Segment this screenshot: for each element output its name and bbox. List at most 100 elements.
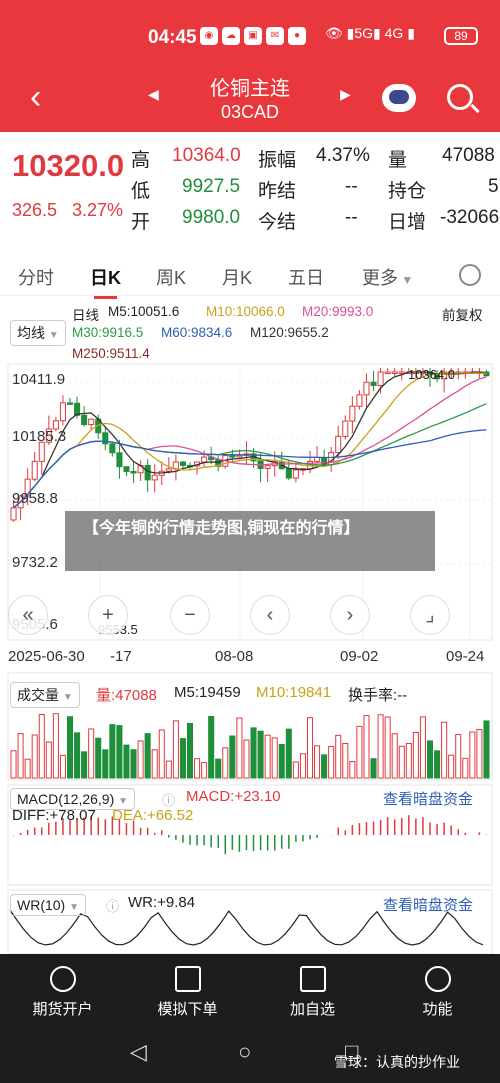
candle-body [363,381,370,396]
add-icon [299,966,326,992]
nav-functions[interactable]: 功能 [375,966,500,1019]
account-open-icon [49,966,76,992]
candle-body [349,405,356,422]
volume-bar [299,753,306,779]
watermark: 雪球：认真的抄作业 [334,1054,460,1070]
ma-line [13,372,487,509]
candle-body [229,455,236,458]
candle-body [391,371,398,374]
x-axis-date: 09-02 [340,648,379,665]
volume-bar [165,760,172,779]
candle-body [342,420,349,437]
volume-bar [377,714,384,779]
volume-bar [483,720,490,779]
volume-bar [370,758,377,779]
zoom-out-button[interactable]: − [170,595,210,635]
help-icon[interactable]: ⓘ [106,896,119,915]
volume-bar [179,738,186,779]
volume-bar [391,733,398,779]
candle-body [130,470,137,474]
volume-bar [243,739,250,779]
candle-body [236,454,243,458]
candle-body [123,466,130,472]
volume-bar [81,751,88,779]
volume-bar [434,750,441,779]
candle-body [335,435,342,454]
wr-value: WR:+9.84 [128,894,196,911]
candle-body [151,474,158,481]
ma-lines [13,371,487,509]
volume-bar [194,758,201,779]
volume-bar [419,716,426,779]
system-back-icon[interactable]: ◁ [130,1039,147,1065]
volume-bar [88,728,95,779]
volume-bar [208,715,215,779]
dark-pool-link[interactable]: 查看暗盘资金 [383,788,473,809]
rewind-button[interactable]: « [8,595,48,635]
volume-bar [292,761,299,779]
volume-bar [278,744,285,779]
volume-bar [236,717,243,779]
volume-bar [144,733,151,779]
y-axis-label: 9732.2 [12,554,58,571]
volume-bar [264,734,271,779]
volume-bar [123,744,130,779]
candle-body [292,469,299,479]
volume-bar [476,728,483,779]
volume-bar [172,720,179,779]
volume-bar [328,745,335,779]
article-title-banner: 【今年铜的行情走势图,铜现在的行情】 [65,511,435,571]
volume-bar [285,728,292,779]
candle-body [165,468,172,472]
candle-body [314,457,321,462]
candle-body [81,414,88,426]
nav-add-watchlist[interactable]: 加自选 [250,966,375,1019]
nav-label: 加自选 [289,1001,335,1018]
volume-bars [10,713,490,779]
volume-bar [130,749,137,779]
volume-bar [31,734,38,779]
candle-body [88,418,95,426]
wr-selector[interactable]: WR(10) ▼ [10,894,87,916]
ma-line [13,371,487,509]
candle-body [356,394,363,407]
volume-bar [102,749,109,779]
candle-body [370,381,377,386]
fullscreen-button[interactable]: ⌟ [410,595,450,635]
dea-value: DEA:+66.52 [112,807,194,824]
candle-body [144,464,151,481]
zoom-in-button[interactable]: + [88,595,128,635]
volume-bar [186,722,194,779]
system-home-icon[interactable]: ○ [238,1039,251,1065]
candle-body [116,452,123,468]
volume-bar [229,735,236,779]
macd-selector-label: MACD(12,26,9) [17,791,115,807]
candle-body [102,432,109,445]
wr-selector-label: WR(10) [17,897,66,913]
nav-label: 模拟下单 [157,1001,218,1018]
candle-body [398,371,405,374]
volume-bar [271,737,278,779]
volume-bar [342,742,349,779]
nav-simulated-order[interactable]: 模拟下单 [125,966,250,1019]
volume-bar [455,734,462,779]
volume-bar [95,737,102,779]
volume-bar [215,758,222,779]
dark-pool-link[interactable]: 查看暗盘资金 [383,894,473,915]
volume-bar [38,714,45,779]
scroll-left-button[interactable]: ‹ [250,595,290,635]
candle-body [201,456,208,463]
scroll-right-button[interactable]: › [330,595,370,635]
volume-bar [356,725,363,779]
volume-selector[interactable]: 成交量 ▼ [10,682,80,708]
volume-bar [314,745,321,779]
candle-body [377,371,384,386]
volume-bar [257,730,264,779]
volume-bar [74,732,81,779]
volume-bar [363,715,370,779]
x-axis-date: 08-08 [215,648,254,665]
nav-open-account[interactable]: 期货开户 [0,966,125,1019]
y-axis-label: 10411.9 [12,371,66,388]
volume-m10: M10:19841 [256,684,332,701]
candle-body [66,402,74,405]
